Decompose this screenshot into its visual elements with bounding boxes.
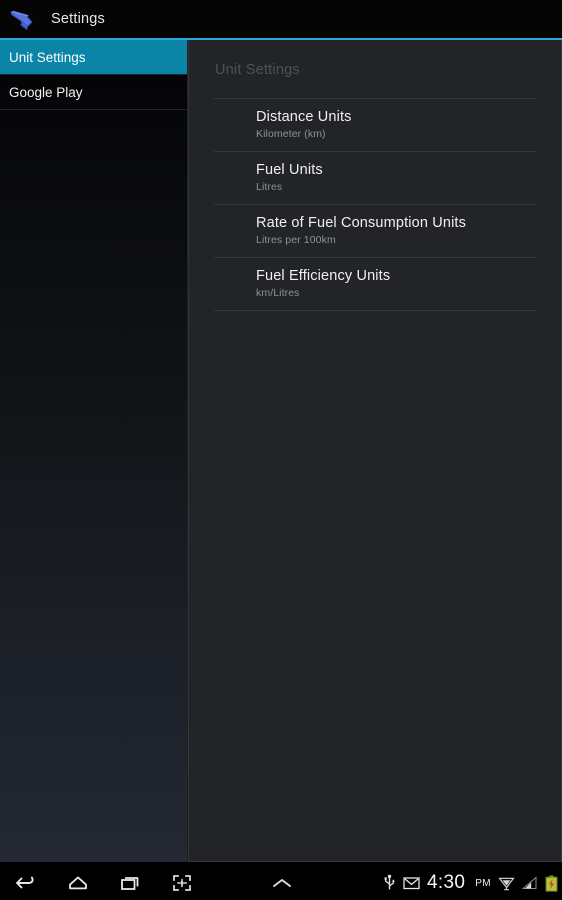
list-item-subtitle: km/Litres [256, 287, 300, 299]
status-bar[interactable]: 4:30 PM [383, 866, 558, 900]
list-item-subtitle: Litres [256, 181, 283, 193]
battery-charging-icon [545, 875, 558, 892]
clock-meridiem: PM [475, 877, 491, 889]
back-icon[interactable] [0, 866, 52, 900]
list-item-fuel-efficiency-units[interactable]: Fuel Efficiency Units km/Litres [189, 258, 561, 310]
wifi-icon [498, 875, 515, 891]
android-tablet-screen: Settings Unit Settings Google Play Unit … [0, 0, 562, 900]
clock-time: 4:30 [427, 872, 466, 893]
list-item-title: Rate of Fuel Consumption Units [256, 215, 467, 231]
home-icon[interactable] [52, 866, 104, 900]
sidebar-item-unit-settings[interactable]: Unit Settings [0, 40, 187, 75]
usb-icon [383, 874, 396, 892]
list-divider [214, 310, 536, 311]
content-area: Unit Settings Google Play Unit Settings … [0, 40, 562, 862]
sidebar-item-google-play[interactable]: Google Play [0, 75, 187, 110]
list-item-subtitle: Kilometer (km) [256, 128, 326, 140]
list-item-title: Fuel Units [256, 162, 323, 178]
list-item-subtitle: Litres per 100km [256, 234, 336, 246]
action-bar: Settings [0, 0, 562, 38]
list-item-title: Fuel Efficiency Units [256, 268, 391, 284]
settings-list: Distance Units Kilometer (km) Fuel Units… [189, 98, 561, 311]
system-navigation-bar: 4:30 PM [0, 866, 562, 900]
sidebar: Unit Settings Google Play [0, 40, 188, 862]
chevron-up-icon[interactable] [258, 866, 306, 900]
gmail-envelope-icon [403, 876, 420, 890]
list-item-distance-units[interactable]: Distance Units Kilometer (km) [189, 99, 561, 151]
app-title: Settings [51, 11, 105, 27]
sidebar-item-label: Google Play [9, 84, 83, 100]
list-item-fuel-units[interactable]: Fuel Units Litres [189, 152, 561, 204]
list-item-title: Distance Units [256, 109, 352, 125]
fuel-nozzle-icon [8, 4, 42, 34]
recents-icon[interactable] [104, 866, 156, 900]
panel-title: Unit Settings [215, 62, 300, 78]
screenshot-icon[interactable] [156, 866, 208, 900]
list-item-rate-of-fuel-consumption-units[interactable]: Rate of Fuel Consumption Units Litres pe… [189, 205, 561, 257]
settings-panel: Unit Settings Distance Units Kilometer (… [188, 40, 562, 862]
sidebar-item-label: Unit Settings [9, 49, 86, 65]
cell-signal-icon [522, 876, 538, 890]
